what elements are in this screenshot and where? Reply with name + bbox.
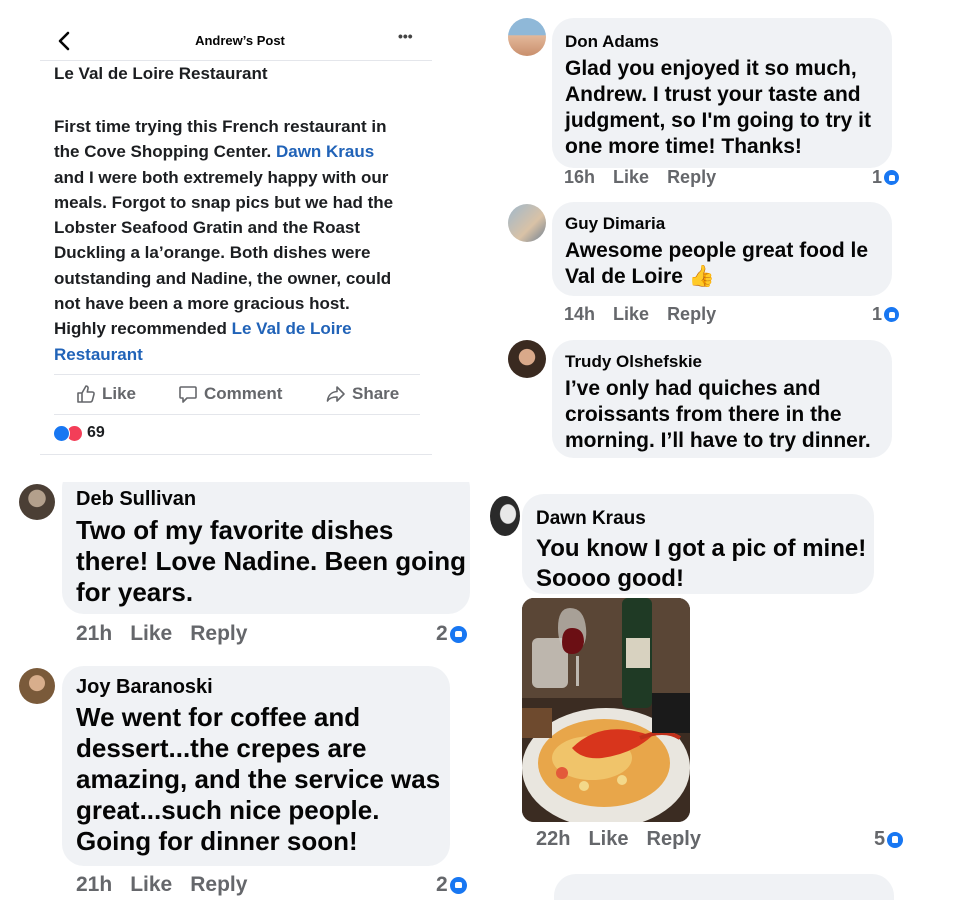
comment-meta: 16h Like Reply (564, 167, 734, 188)
comment-time: 21h (76, 622, 113, 645)
comment-author[interactable]: Don Adams (565, 32, 659, 52)
mention-dawn-kraus[interactable]: Dawn Kraus (276, 142, 374, 161)
comment-reaction-count[interactable]: 2 (436, 622, 467, 646)
reply-link[interactable]: Reply (667, 304, 716, 324)
comment-bubble: Don Adams Glad you enjoyed it so much, A… (552, 18, 892, 168)
like-label: Like (102, 384, 137, 403)
avatar[interactable] (19, 668, 55, 704)
share-icon (326, 386, 345, 402)
like-reaction-icon (449, 876, 467, 894)
comment-bubble: Dawn Kraus You know I got a pic of mine!… (522, 494, 874, 594)
comment-text: You know I got a pic of mine! Soooo good… (536, 535, 867, 592)
post-header-title: Andrew’s Post (195, 33, 285, 48)
reply-link[interactable]: Reply (190, 873, 247, 896)
like-reaction-icon (53, 424, 70, 442)
comment-label: Comment (204, 384, 283, 403)
reactions-summary[interactable]: 69 (53, 424, 105, 442)
comment-reaction-count[interactable]: 5 (874, 828, 904, 851)
like-link[interactable]: Like (130, 873, 172, 896)
comment-reaction-count[interactable]: 1 (872, 304, 900, 325)
reply-link[interactable]: Reply (667, 167, 716, 187)
like-link[interactable]: Like (613, 167, 649, 187)
comment-icon (179, 386, 197, 403)
comment-meta: 22h Like Reply (536, 828, 719, 851)
comment-text: Two of my favorite dishes there! Love Na… (76, 515, 467, 607)
body-line: outstanding and Nadine, the owner, could (54, 268, 392, 288)
post-title: Le Val de Loire Restaurant (54, 64, 268, 83)
comment-bubble: Guy Dimaria Awesome people great food le… (552, 202, 892, 296)
comment-text: Awesome people great food le Val de Loir… (565, 239, 869, 288)
comment-photo[interactable] (522, 598, 690, 822)
actions-divider-bottom (54, 414, 420, 415)
comment-time: 14h (564, 304, 596, 324)
comment-reaction-count[interactable]: 2 (436, 873, 467, 897)
body-line: Lobster Seafood Gratin and the Roast (54, 218, 361, 238)
body-line: Duckling a la’orange. Both dishes were (54, 243, 371, 263)
avatar[interactable] (19, 484, 55, 520)
like-reaction-icon (884, 307, 900, 322)
like-link[interactable]: Like (588, 828, 628, 850)
panel-bottom-divider (40, 454, 432, 455)
comment-bubble: Deb Sullivan Two of my favorite dishes t… (62, 482, 470, 614)
thumbs-up-icon (77, 385, 95, 403)
more-options-button[interactable]: ••• (398, 28, 413, 44)
post-body: First time trying this French restaurant… (54, 114, 434, 367)
next-comment-bubble-partial (554, 874, 894, 900)
like-reaction-icon (887, 831, 904, 848)
comment-text: Glad you enjoyed it so much, Andrew. I t… (565, 57, 871, 158)
like-button[interactable]: Like (76, 384, 136, 404)
food-photo-image (522, 598, 690, 822)
comment-author[interactable]: Trudy Olshefskie (565, 352, 702, 372)
share-button[interactable]: Share (326, 384, 399, 404)
comments-panel-top-right: Don Adams Glad you enjoyed it so much, A… (498, 10, 928, 470)
body-line: Highly recommended Le Val de Loire (54, 319, 352, 339)
avatar[interactable] (508, 204, 546, 242)
post-panel: Andrew’s Post ••• Le Val de Loire Restau… (40, 20, 440, 460)
reply-link[interactable]: Reply (190, 622, 247, 645)
body-line: Restaurant (54, 342, 434, 367)
comment-author[interactable]: Guy Dimaria (565, 214, 665, 234)
share-label: Share (352, 384, 400, 403)
comment-author[interactable]: Dawn Kraus (536, 508, 646, 530)
avatar[interactable] (508, 340, 546, 378)
body-line: First time trying this French restaurant… (54, 117, 387, 136)
body-line: not have been a more gracious host. (54, 294, 350, 314)
comment-meta: 14h Like Reply (564, 304, 734, 325)
reactions-count: 69 (87, 424, 105, 441)
mention-restaurant[interactable]: Le Val de Loire (232, 319, 352, 338)
more-dots-icon: ••• (398, 28, 413, 44)
comment-reaction-count[interactable]: 1 (872, 167, 900, 188)
mention-restaurant-2[interactable]: Restaurant (54, 345, 143, 364)
comment-meta: 21h Like Reply (76, 622, 265, 646)
avatar[interactable] (508, 18, 546, 56)
like-link[interactable]: Like (130, 622, 172, 645)
comment-text: I’ve only had quiches and croissants fro… (565, 377, 871, 452)
comments-panel-bottom-left: Deb Sullivan Two of my favorite dishes t… (0, 482, 482, 900)
like-reaction-icon (449, 625, 467, 643)
comments-panel-bottom-right: Dawn Kraus You know I got a pic of mine!… (484, 490, 960, 900)
header-divider (40, 60, 432, 61)
comment-button[interactable]: Comment (178, 384, 282, 404)
comment-time: 22h (536, 828, 571, 850)
comment-bubble: Trudy Olshefskie I’ve only had quiches a… (552, 340, 892, 458)
comment-meta: 21h Like Reply (76, 873, 265, 897)
actions-divider-top (54, 374, 420, 375)
like-reaction-icon (884, 170, 900, 185)
body-line: meals. Forgot to snap pics but we had th… (54, 192, 394, 212)
comment-bubble: Joy Baranoski We went for coffee and des… (62, 666, 450, 866)
comment-author[interactable]: Joy Baranoski (76, 676, 213, 699)
avatar[interactable] (490, 496, 520, 536)
body-line: the Cove Shopping Center. Dawn Kraus (54, 142, 375, 162)
reply-link[interactable]: Reply (647, 828, 701, 850)
body-line: and I were both extremely happy with our (54, 167, 389, 187)
comment-time: 16h (564, 167, 596, 187)
comment-author[interactable]: Deb Sullivan (76, 488, 196, 511)
like-link[interactable]: Like (613, 304, 649, 324)
comment-time: 21h (76, 873, 113, 896)
comment-text: We went for coffee and dessert...the cre… (76, 702, 441, 856)
